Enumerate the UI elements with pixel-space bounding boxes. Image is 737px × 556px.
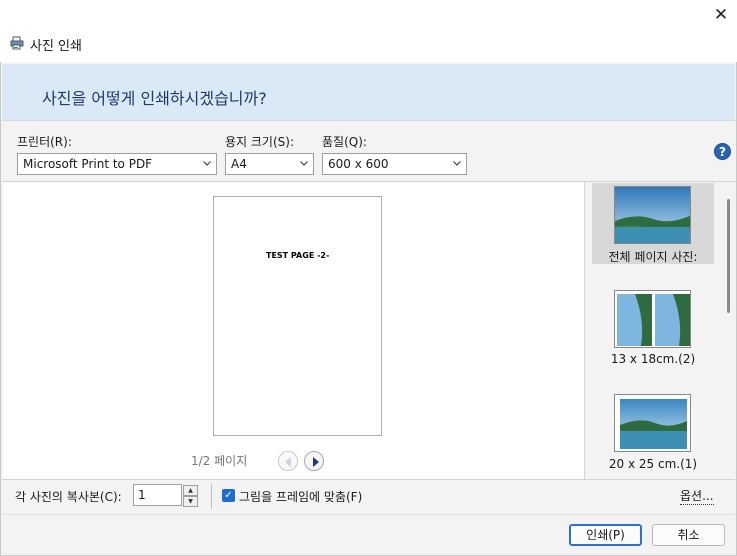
quality-select[interactable]: 600 x 600: [322, 153, 467, 175]
landscape-thumbnail-icon: [615, 395, 690, 451]
chevron-down-icon: [203, 161, 211, 166]
separator: [211, 484, 212, 509]
copies-increment-button[interactable]: ▲: [183, 485, 198, 496]
copies-input[interactable]: 1: [133, 484, 182, 506]
preview-page-text: TEST PAGE -2-: [266, 251, 330, 260]
layout-scrollbar[interactable]: [727, 199, 730, 313]
divider: [2, 479, 735, 480]
next-page-button[interactable]: [304, 451, 324, 471]
banner-question: 사진을 어떻게 인쇄하시겠습니까?: [42, 89, 267, 108]
page-indicator: 1/2 페이지: [191, 454, 248, 468]
cancel-button[interactable]: 취소: [652, 524, 725, 546]
printer-select-value: Microsoft Print to PDF: [23, 157, 153, 171]
fit-to-frame-label: 그림을 프레임에 맞춤(F): [239, 490, 363, 504]
printer-select[interactable]: Microsoft Print to PDF: [17, 153, 217, 175]
quality-value: 600 x 600: [328, 157, 389, 171]
printer-icon: [10, 36, 24, 50]
print-button[interactable]: 인쇄(P): [569, 524, 642, 546]
two-photo-thumbnail-icon: [615, 291, 690, 347]
quality-label: 품질(Q):: [322, 135, 367, 149]
previous-page-button[interactable]: [278, 451, 298, 471]
chevron-down-icon: [300, 161, 308, 166]
title-bar: [0, 0, 737, 62]
copies-label: 각 사진의 복사본(C):: [15, 490, 122, 504]
paper-size-label: 용지 크기(S):: [225, 135, 294, 149]
window-title: 사진 인쇄: [30, 39, 82, 54]
chevron-down-icon: [453, 161, 461, 166]
paper-size-value: A4: [231, 157, 247, 171]
chevron-left-icon: [285, 457, 291, 467]
layout-label-full-page: 전체 페이지 사진:: [608, 250, 698, 264]
chevron-right-icon: [313, 457, 319, 467]
options-link[interactable]: 옵션...: [680, 487, 714, 505]
layout-item-20x25[interactable]: [614, 394, 691, 452]
landscape-thumbnail-icon: [615, 187, 690, 243]
printer-label: 프린터(R):: [17, 135, 72, 149]
paper-size-select[interactable]: A4: [225, 153, 314, 175]
close-icon[interactable]: ✕: [706, 2, 736, 28]
help-icon[interactable]: ?: [714, 143, 731, 160]
preview-page: [213, 196, 382, 436]
layout-label-13x18: 13 x 18cm.(2): [610, 352, 696, 366]
fit-to-frame-checkbox[interactable]: ✓: [222, 489, 235, 502]
layout-item-13x18[interactable]: [614, 290, 691, 348]
layout-item-full-page[interactable]: [614, 186, 691, 244]
layout-label-20x25: 20 x 25 cm.(1): [608, 457, 698, 471]
copies-decrement-button[interactable]: ▼: [183, 496, 198, 507]
